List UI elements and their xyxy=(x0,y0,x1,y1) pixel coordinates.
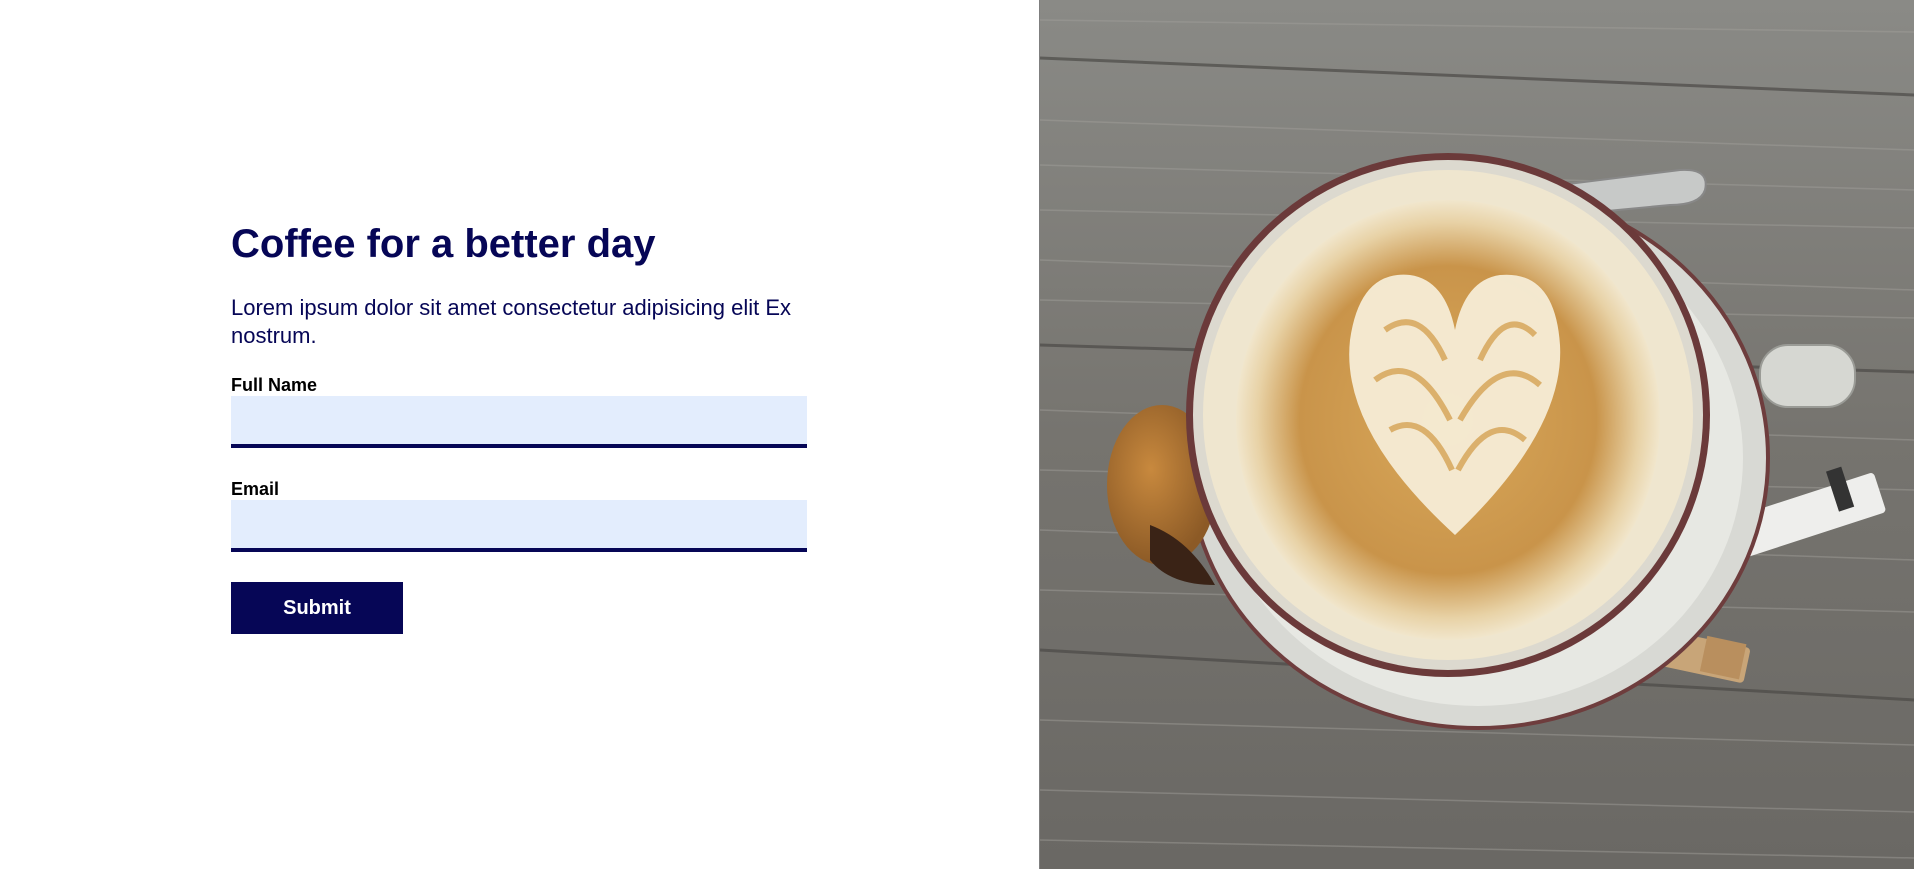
email-label: Email xyxy=(231,479,280,499)
full-name-label: Full Name xyxy=(231,375,318,395)
email-input[interactable] xyxy=(231,500,807,552)
page-title: Coffee for a better day xyxy=(231,222,656,266)
form-panel: Coffee for a better day Lorem ipsum dolo… xyxy=(0,0,1039,869)
hero-image-panel xyxy=(1039,0,1914,869)
cup-handle xyxy=(1759,344,1856,408)
page-description: Lorem ipsum dolor sit amet consectetur a… xyxy=(231,295,792,348)
page: Coffee for a better day Lorem ipsum dolo… xyxy=(0,0,1914,869)
submit-button[interactable]: Submit xyxy=(231,582,403,634)
coffee-cup-photo xyxy=(1040,0,1914,869)
full-name-input[interactable] xyxy=(231,396,807,448)
signup-form: Coffee for a better day Lorem ipsum dolo… xyxy=(231,218,807,634)
